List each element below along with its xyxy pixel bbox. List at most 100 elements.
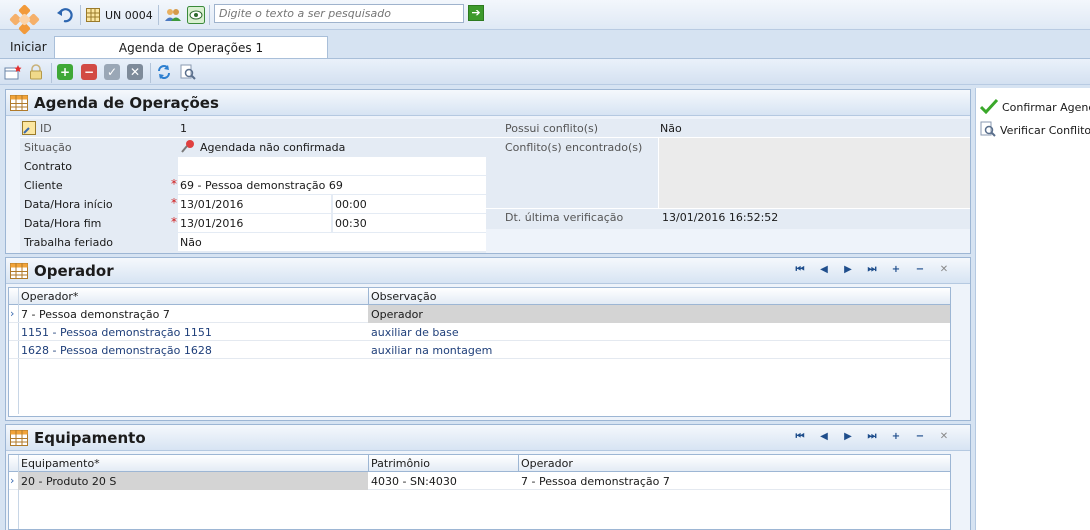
view-icon[interactable] bbox=[187, 5, 205, 25]
search-record-icon[interactable] bbox=[180, 64, 196, 83]
row-selector-icon: › bbox=[10, 474, 15, 487]
verificacao-value: 13/01/2016 16:52:52 bbox=[662, 211, 779, 224]
fim-date-input[interactable]: 13/01/2016 bbox=[178, 214, 331, 232]
equipamento-operador-cell[interactable]: 7 - Pessoa demonstração 7 bbox=[518, 472, 950, 490]
search-input[interactable] bbox=[214, 4, 464, 23]
pin-icon bbox=[180, 139, 196, 156]
inicio-label: Data/Hora início bbox=[24, 198, 113, 211]
observacao-cell[interactable]: auxiliar na montagem bbox=[368, 341, 950, 359]
remove-row-icon[interactable]: − bbox=[908, 431, 932, 442]
confirm-agenda-action[interactable]: Confirmar Agenda bbox=[979, 98, 1090, 117]
verify-conflicts-label: Verificar Conflitos bbox=[1000, 124, 1090, 137]
feriado-label: Trabalha feriado bbox=[24, 236, 114, 249]
confirm-icon[interactable]: ✓ bbox=[104, 64, 120, 80]
operador-cell[interactable]: 7 - Pessoa demonstração 7 bbox=[18, 305, 368, 323]
new-record-icon[interactable] bbox=[4, 64, 22, 83]
next-record-icon[interactable]: ▶ bbox=[836, 264, 860, 275]
required-mark: * bbox=[171, 177, 177, 191]
inicio-date-input[interactable]: 13/01/2016 bbox=[178, 195, 331, 213]
feriado-select[interactable]: Não bbox=[178, 233, 486, 251]
fim-label: Data/Hora fim bbox=[24, 217, 102, 230]
patrimonio-cell[interactable]: 4030 - SN:4030 bbox=[368, 472, 518, 490]
required-mark: * bbox=[171, 196, 177, 210]
equipamento-nav: ⏮ ◀ ▶ ⏭ + − ✕ bbox=[788, 431, 956, 442]
patrimonio-column-header[interactable]: Patrimônio bbox=[368, 454, 518, 472]
contrato-input[interactable] bbox=[178, 157, 486, 175]
equipamento-cell[interactable]: 20 - Produto 20 S bbox=[18, 472, 368, 490]
equipamento-column-header[interactable]: Equipamento* bbox=[18, 454, 368, 472]
toolbar-separator bbox=[150, 63, 151, 83]
add-row-icon[interactable]: + bbox=[884, 431, 908, 442]
id-value: 1 bbox=[178, 119, 486, 137]
operador-cell[interactable]: 1151 - Pessoa demonstração 1151 bbox=[18, 323, 368, 341]
toolbar-separator bbox=[51, 63, 52, 83]
observacao-column-header[interactable]: Observação bbox=[368, 287, 950, 305]
contrato-label: Contrato bbox=[24, 160, 73, 173]
equipamento-panel-header: Equipamento ⏮ ◀ ▶ ⏭ + − ✕ bbox=[6, 425, 970, 451]
observacao-cell[interactable]: auxiliar de base bbox=[368, 323, 950, 341]
toolbar-separator bbox=[209, 5, 210, 25]
unit-grid-icon bbox=[86, 8, 100, 22]
add-row-icon[interactable]: + bbox=[884, 264, 908, 275]
confirm-agenda-label: Confirmar Agenda bbox=[1002, 101, 1090, 114]
row-selector-icon: › bbox=[10, 307, 15, 320]
next-record-icon[interactable]: ▶ bbox=[836, 431, 860, 442]
prev-record-icon[interactable]: ◀ bbox=[812, 264, 836, 275]
first-record-icon[interactable]: ⏮ bbox=[788, 431, 812, 442]
refresh-icon[interactable] bbox=[156, 64, 172, 83]
equipamento-operador-column-header[interactable]: Operador bbox=[518, 454, 950, 472]
lock-icon[interactable] bbox=[28, 64, 44, 83]
required-mark: * bbox=[171, 215, 177, 229]
conflitos-encontrados-box bbox=[658, 138, 970, 208]
unit-selector[interactable]: UN 0004 bbox=[86, 5, 153, 25]
cliente-input[interactable]: 69 - Pessoa demonstração 69 bbox=[178, 176, 486, 194]
equipamento-title: Equipamento bbox=[34, 428, 146, 447]
close-icon[interactable]: ✕ bbox=[932, 431, 956, 442]
cliente-label: Cliente bbox=[24, 179, 63, 192]
tab-agenda-operacoes[interactable]: Agenda de Operações 1 bbox=[54, 36, 328, 59]
actions-sidebar: Confirmar Agenda Verificar Conflitos bbox=[975, 88, 1090, 530]
unit-label: UN 0004 bbox=[105, 8, 153, 22]
cancel-icon[interactable]: ✕ bbox=[127, 64, 143, 80]
operador-title: Operador bbox=[34, 261, 114, 280]
add-icon[interactable]: + bbox=[57, 64, 73, 80]
situacao-field: Agendada não confirmada bbox=[178, 138, 486, 156]
operador-column-header[interactable]: Operador* bbox=[18, 287, 368, 305]
table-icon bbox=[10, 94, 28, 111]
table-icon bbox=[10, 262, 28, 279]
last-record-icon[interactable]: ⏭ bbox=[860, 264, 884, 275]
observacao-cell[interactable]: Operador bbox=[368, 305, 950, 323]
conflito-value: Não bbox=[660, 122, 682, 135]
checkmark-icon bbox=[979, 98, 999, 117]
verify-search-icon bbox=[980, 121, 996, 140]
operador-nav: ⏮ ◀ ▶ ⏭ + − ✕ bbox=[788, 264, 956, 275]
toolbar-separator bbox=[158, 5, 159, 25]
agenda-panel-header: Agenda de Operações bbox=[6, 90, 970, 116]
encontrado-label: Conflito(s) encontrado(s) bbox=[505, 141, 643, 154]
remove-icon[interactable]: − bbox=[81, 64, 97, 80]
home-tab[interactable]: Iniciar bbox=[10, 40, 47, 54]
id-key-icon bbox=[22, 121, 36, 138]
table-icon bbox=[10, 429, 28, 446]
situacao-value: Agendada não confirmada bbox=[200, 140, 346, 154]
id-label: ID bbox=[40, 122, 52, 135]
operador-cell[interactable]: 1628 - Pessoa demonstração 1628 bbox=[18, 341, 368, 359]
app-logo[interactable] bbox=[8, 4, 42, 40]
search-go-icon[interactable]: ➔ bbox=[468, 5, 484, 21]
situacao-label: Situação bbox=[24, 141, 72, 154]
conflito-label: Possui conflito(s) bbox=[505, 122, 599, 135]
agenda-title: Agenda de Operações bbox=[34, 93, 219, 112]
verify-conflicts-action[interactable]: Verificar Conflitos bbox=[980, 121, 1090, 140]
operador-panel-header: Operador ⏮ ◀ ▶ ⏭ + − ✕ bbox=[6, 258, 970, 284]
close-icon[interactable]: ✕ bbox=[932, 264, 956, 275]
remove-row-icon[interactable]: − bbox=[908, 264, 932, 275]
first-record-icon[interactable]: ⏮ bbox=[788, 264, 812, 275]
users-icon[interactable] bbox=[164, 5, 182, 25]
inicio-time-input[interactable]: 00:00 bbox=[333, 195, 486, 213]
fim-time-input[interactable]: 00:30 bbox=[333, 214, 486, 232]
verificacao-label: Dt. última verificação bbox=[505, 211, 624, 224]
toolbar-separator bbox=[80, 5, 81, 25]
prev-record-icon[interactable]: ◀ bbox=[812, 431, 836, 442]
undo-icon[interactable] bbox=[56, 5, 74, 25]
last-record-icon[interactable]: ⏭ bbox=[860, 431, 884, 442]
